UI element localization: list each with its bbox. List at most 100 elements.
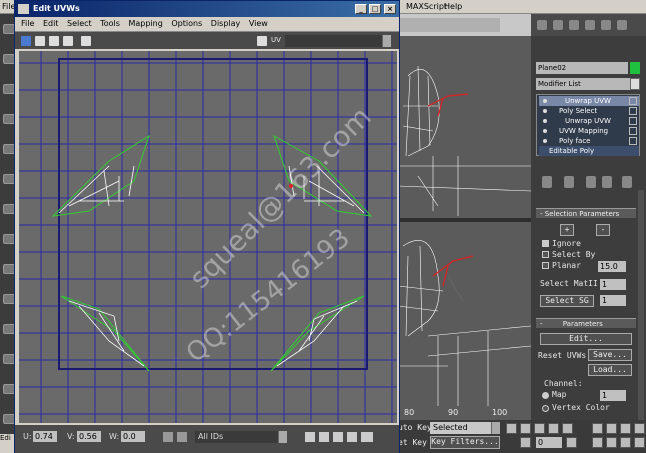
go-to-start-icon[interactable]	[506, 423, 517, 434]
map-radio[interactable]	[542, 392, 549, 399]
minimize-button[interactable]: _	[355, 4, 367, 14]
uv-editor-canvas[interactable]: squeal@163.com QQ:115416193	[19, 51, 397, 423]
select-sg-button[interactable]: Select SG	[540, 295, 594, 307]
object-color-swatch[interactable]	[630, 62, 640, 74]
checker-icon[interactable]	[257, 36, 267, 46]
save-button[interactable]: Save...	[588, 349, 632, 361]
make-unique-icon[interactable]	[586, 176, 596, 188]
menu-options[interactable]: Options	[171, 19, 202, 28]
move-icon[interactable]	[21, 36, 31, 46]
u-field[interactable]: 0.74	[33, 431, 57, 442]
configure-sets-icon[interactable]	[622, 176, 632, 188]
play-icon[interactable]	[534, 423, 545, 434]
key-mode-toggle-icon[interactable]	[520, 437, 531, 448]
chevron-down-icon	[382, 35, 391, 47]
menu-select[interactable]: Select	[67, 19, 92, 28]
menu-file[interactable]: File	[21, 19, 34, 28]
selection-parameters-rollout[interactable]: - Selection Parameters	[536, 208, 636, 218]
time-config-icon[interactable]	[566, 437, 577, 448]
w-field[interactable]: 0.0	[121, 431, 145, 442]
parameters-rollout[interactable]: - Parameters	[536, 318, 636, 328]
reset-uvws-button[interactable]: Reset UVWs	[538, 351, 586, 360]
window-app-icon	[18, 4, 29, 14]
sg-field[interactable]: 1	[600, 295, 626, 306]
menu-view[interactable]: View	[249, 19, 268, 28]
menu-display[interactable]: Display	[211, 19, 241, 28]
grow-button[interactable]: +	[560, 224, 574, 236]
edit-button[interactable]: Edit...	[540, 333, 632, 345]
map-channel-field[interactable]: 1	[600, 390, 626, 401]
command-panel-scrollbar[interactable]	[638, 190, 644, 420]
menu-tools[interactable]: Tools	[100, 19, 120, 28]
pan-icon[interactable]	[606, 437, 617, 448]
utilities-tab-icon[interactable]	[617, 20, 627, 30]
zoom-all-icon[interactable]	[606, 423, 617, 434]
stack-item[interactable]: Poly Select	[539, 106, 639, 116]
load-button[interactable]: Load...	[588, 364, 632, 376]
menu-mapping[interactable]: Mapping	[128, 19, 162, 28]
next-frame-icon[interactable]	[548, 423, 559, 434]
rotate-icon[interactable]	[35, 36, 45, 46]
select-by-checkbox[interactable]	[542, 251, 549, 258]
zoom-region-icon[interactable]	[333, 432, 343, 442]
chevron-down-icon[interactable]	[630, 78, 640, 90]
vertex-color-radio[interactable]	[542, 405, 549, 412]
hierarchy-tab-icon[interactable]	[569, 20, 579, 30]
edit-uvws-menu: File Edit Select Tools Mapping Options D…	[15, 17, 399, 31]
mirror-icon[interactable]	[81, 36, 91, 46]
zoom-extents-all-icon[interactable]	[634, 423, 645, 434]
motion-tab-icon[interactable]	[585, 20, 595, 30]
object-name-field[interactable]: Plane02	[536, 62, 628, 74]
mat-id-field[interactable]: 1	[600, 279, 626, 290]
close-button[interactable]: ×	[384, 4, 396, 14]
stack-item[interactable]: Unwrap UVW	[539, 96, 639, 106]
freeform-icon[interactable]	[63, 36, 73, 46]
zoom-icon[interactable]	[319, 432, 329, 442]
planar-checkbox[interactable]	[542, 262, 549, 269]
v-field[interactable]: 0.56	[77, 431, 101, 442]
scale-icon[interactable]	[49, 36, 59, 46]
modifier-list-dropdown[interactable]: Modifier List	[536, 78, 630, 90]
modify-tab-icon[interactable]	[553, 20, 563, 30]
window-title: Edit UVWs	[33, 4, 80, 13]
zoom-icon[interactable]	[592, 423, 603, 434]
pin-stack-icon[interactable]	[542, 176, 552, 188]
grid-snap-icon[interactable]	[361, 432, 373, 442]
planar-threshold-field[interactable]: 15.0	[598, 261, 626, 272]
menu-maxscript[interactable]: MAXScript	[406, 2, 447, 11]
orbit-icon[interactable]	[620, 437, 631, 448]
maximize-button[interactable]: □	[369, 4, 381, 14]
show-end-result-icon[interactable]	[564, 176, 574, 188]
key-filters-button[interactable]: Key Filters...	[430, 436, 500, 449]
go-to-end-icon[interactable]	[562, 423, 573, 434]
menu-edit[interactable]: Edit	[43, 19, 59, 28]
current-frame-field[interactable]: 0	[536, 437, 562, 448]
edit-menu-stub[interactable]: Edi	[0, 434, 14, 453]
lock-icon[interactable]	[163, 432, 173, 442]
select-mat-id-button[interactable]: Select MatII	[540, 279, 598, 288]
time-ruler[interactable]: 80 90 100	[398, 406, 531, 420]
key-mode-dropdown[interactable]: Selected	[430, 422, 500, 434]
previous-frame-icon[interactable]	[520, 423, 531, 434]
set-key-button[interactable]: et Key	[398, 438, 427, 447]
window-titlebar[interactable]: Edit UVWs _ □ ×	[15, 1, 399, 17]
stack-item[interactable]: Poly face	[539, 136, 639, 146]
filter-icon[interactable]	[177, 432, 187, 442]
create-tab-icon[interactable]	[537, 20, 547, 30]
texture-dropdown[interactable]	[285, 35, 391, 47]
pan-icon[interactable]	[305, 432, 315, 442]
maximize-viewport-icon[interactable]	[634, 437, 645, 448]
zoom-extents-icon[interactable]	[620, 423, 631, 434]
id-filter-dropdown[interactable]: All IDs	[195, 431, 287, 443]
stack-item[interactable]: UVW Mapping	[539, 126, 639, 136]
auto-key-button[interactable]: uto Key	[398, 423, 432, 432]
zoom-extents-icon[interactable]	[347, 432, 357, 442]
remove-modifier-icon[interactable]	[602, 176, 612, 188]
stack-item[interactable]: Unwrap UVW	[539, 116, 639, 126]
stack-item[interactable]: Editable Poly	[539, 146, 639, 156]
menu-help[interactable]: Help	[444, 2, 462, 11]
display-tab-icon[interactable]	[601, 20, 611, 30]
ignore-checkbox[interactable]	[542, 240, 549, 247]
fov-icon[interactable]	[592, 437, 603, 448]
shrink-button[interactable]: -	[596, 224, 610, 236]
